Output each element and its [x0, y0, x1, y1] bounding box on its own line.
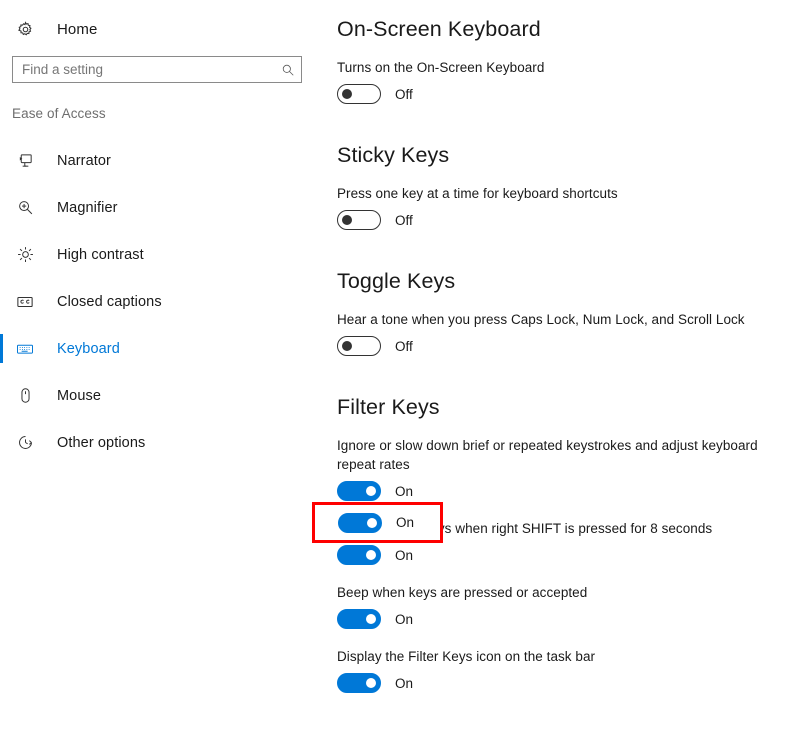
- sidebar-item-label: Narrator: [57, 152, 111, 169]
- sidebar: Home Ease of Access: [0, 0, 330, 751]
- gear-icon: [14, 18, 36, 40]
- toggle-row: On: [337, 609, 800, 629]
- other-options-icon: [14, 432, 36, 454]
- on-screen-keyboard-toggle[interactable]: [337, 84, 381, 104]
- sidebar-item-other-options[interactable]: Other options: [0, 419, 330, 466]
- setting-description: Turns on the On-Screen Keyboard: [337, 60, 545, 75]
- group-title: Toggle Keys: [337, 269, 456, 293]
- group-title: Sticky Keys: [337, 143, 450, 167]
- toggle-state-label: On: [395, 483, 414, 499]
- annotation-highlight-box: On: [312, 502, 443, 543]
- filter-keys-toggle-highlighted[interactable]: [338, 512, 382, 533]
- toggle-keys-toggle[interactable]: [337, 336, 381, 356]
- toggle-state-label: On: [395, 547, 414, 563]
- closed-captions-icon: [14, 291, 36, 313]
- toggle-state-label: Off: [395, 86, 413, 102]
- setting-filter-keys-taskbar-icon: Display the Filter Keys icon on the task…: [337, 647, 800, 693]
- setting-on-screen-keyboard: Turns on the On-Screen Keyboard Off: [337, 58, 800, 104]
- sidebar-item-label: Keyboard: [57, 340, 120, 357]
- sidebar-item-magnifier[interactable]: Magnifier: [0, 184, 330, 231]
- toggle-row: Off: [337, 336, 800, 356]
- mouse-icon: [14, 385, 36, 407]
- filter-keys-toggle[interactable]: [337, 481, 381, 501]
- sidebar-nav: Narrator Magnifier High contrast Closed …: [0, 137, 330, 466]
- search-box[interactable]: [12, 56, 302, 83]
- group-on-screen-keyboard: On-Screen Keyboard Turns on the On-Scree…: [330, 14, 800, 104]
- search-input[interactable]: [13, 57, 275, 82]
- toggle-row: On: [337, 481, 800, 501]
- sidebar-item-high-contrast[interactable]: High contrast: [0, 231, 330, 278]
- group-toggle-keys: Toggle Keys Hear a tone when you press C…: [330, 266, 800, 356]
- group-title: Filter Keys: [337, 395, 440, 419]
- sidebar-item-home[interactable]: Home: [0, 14, 330, 44]
- keyboard-icon: [14, 338, 36, 360]
- high-contrast-icon: [14, 244, 36, 266]
- sidebar-category-label: Ease of Access: [12, 106, 106, 121]
- settings-window: Home Ease of Access: [0, 0, 800, 751]
- toggle-row: On: [337, 545, 800, 565]
- setting-description: Ignore or slow down brief or repeated ke…: [337, 438, 758, 472]
- group-sticky-keys: Sticky Keys Press one key at a time for …: [330, 140, 800, 230]
- sticky-keys-toggle[interactable]: [337, 210, 381, 230]
- toggle-state-label: Off: [395, 212, 413, 228]
- sidebar-item-label: Mouse: [57, 387, 102, 404]
- filter-keys-shortcut-toggle[interactable]: [337, 545, 381, 565]
- toggle-state-label: On: [395, 611, 414, 627]
- search-icon[interactable]: [275, 63, 301, 77]
- setting-description: Beep when keys are pressed or accepted: [337, 585, 588, 600]
- setting-description: Press one key at a time for keyboard sho…: [337, 186, 618, 201]
- setting-filter-keys-beep: Beep when keys are pressed or accepted O…: [337, 583, 800, 629]
- filter-keys-taskbar-icon-toggle[interactable]: [337, 673, 381, 693]
- toggle-row: Off: [337, 210, 800, 230]
- toggle-state-label: On: [395, 675, 414, 691]
- filter-keys-beep-toggle[interactable]: [337, 609, 381, 629]
- toggle-row: On: [337, 673, 800, 693]
- sidebar-item-label: High contrast: [57, 246, 144, 263]
- sidebar-item-closed-captions[interactable]: Closed captions: [0, 278, 330, 325]
- setting-sticky-keys: Press one key at a time for keyboard sho…: [337, 184, 800, 230]
- setting-description: Display the Filter Keys icon on the task…: [337, 649, 596, 664]
- group-title: On-Screen Keyboard: [337, 17, 541, 41]
- home-label: Home: [57, 20, 98, 38]
- setting-toggle-keys: Hear a tone when you press Caps Lock, Nu…: [337, 310, 800, 356]
- sidebar-item-label: Closed captions: [57, 293, 162, 310]
- sidebar-item-keyboard[interactable]: Keyboard: [0, 325, 330, 372]
- setting-filter-keys-main: Ignore or slow down brief or repeated ke…: [337, 436, 800, 501]
- toggle-row: Off: [337, 84, 800, 104]
- sidebar-item-narrator[interactable]: Narrator: [0, 137, 330, 184]
- sidebar-item-mouse[interactable]: Mouse: [0, 372, 330, 419]
- toggle-state-label: Off: [395, 338, 413, 354]
- settings-content: On-Screen Keyboard Turns on the On-Scree…: [330, 0, 800, 751]
- sidebar-item-label: Other options: [57, 434, 146, 451]
- magnifier-icon: [14, 197, 36, 219]
- sidebar-item-label: Magnifier: [57, 199, 118, 216]
- setting-description: Hear a tone when you press Caps Lock, Nu…: [337, 312, 745, 327]
- narrator-icon: [14, 150, 36, 172]
- toggle-state-label: On: [396, 515, 415, 530]
